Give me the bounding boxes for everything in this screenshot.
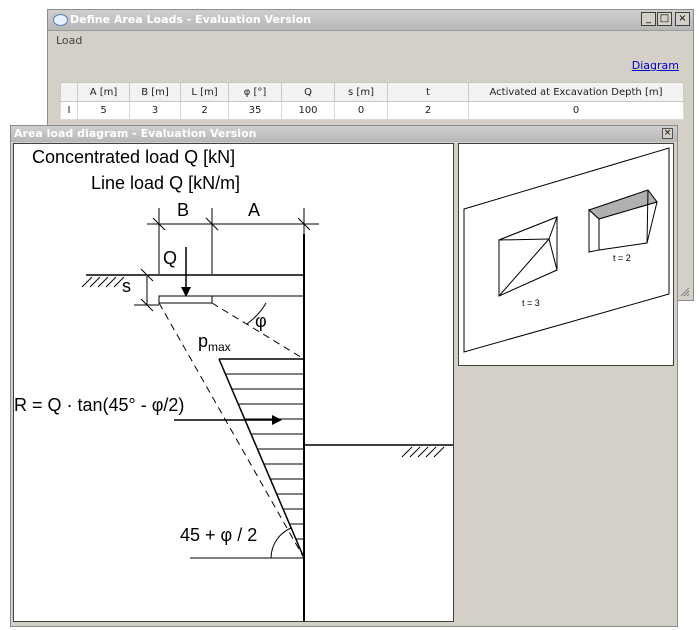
t2-label: t = 2 [613, 253, 631, 263]
cell-b[interactable]: 3 [129, 101, 181, 120]
column-header-depth[interactable]: Activated at Excavation Depth [m] [468, 82, 684, 102]
ground-plane [463, 147, 670, 353]
window-title: Area load diagram - Evaluation Version [14, 127, 257, 140]
line-load-label: Line load Q [kN/m] [91, 173, 240, 193]
t3-label: t = 3 [522, 298, 540, 308]
close-button[interactable]: × [675, 12, 690, 26]
minimize-button[interactable]: _ [641, 12, 656, 26]
ground-hatch [81, 276, 125, 288]
area-load-3d-preview-panel: t = 3 t = 2 [458, 143, 674, 366]
menu-load[interactable]: Load [56, 34, 82, 47]
dimension-a-label: A [248, 200, 260, 220]
resultant-arrowhead [272, 415, 282, 425]
area-load-3d-preview: t = 3 t = 2 [463, 147, 670, 353]
resize-grip-icon[interactable] [680, 287, 690, 297]
column-header-q[interactable]: Q [281, 82, 335, 102]
failure-line-left [158, 302, 305, 559]
load-diagram-panel: Concentrated load Q [kN] Line load Q [kN… [13, 143, 454, 622]
load-q-label: Q [163, 248, 177, 268]
maximize-button[interactable]: □ [657, 12, 672, 26]
dimension-s-label: s [122, 276, 131, 296]
load-strip [158, 295, 213, 304]
cell-s[interactable]: 0 [334, 101, 388, 120]
column-header-t[interactable]: t [387, 82, 469, 102]
cell-depth[interactable]: 0 [468, 101, 684, 120]
diagram-link[interactable]: Diagram [632, 59, 679, 72]
dimension-b-label: B [177, 200, 189, 220]
cell-phi[interactable]: 35 [228, 101, 282, 120]
app-icon [53, 14, 68, 26]
angle-arc [270, 527, 292, 559]
formula-r: R = Q · tan(45° - φ/2) [14, 395, 184, 415]
column-header-phi[interactable]: φ [°] [228, 82, 282, 102]
column-header-l[interactable]: L [m] [180, 82, 229, 102]
area-load-diagram-window: Area load diagram - Evaluation Version ×… [10, 125, 678, 627]
cell-l[interactable]: 2 [180, 101, 229, 120]
cell-a[interactable]: 5 [77, 101, 130, 120]
area-load-diagram-titlebar[interactable]: Area load diagram - Evaluation Version × [11, 126, 677, 142]
column-header-marker [60, 82, 78, 102]
area-loads-table: A [m] B [m] L [m] φ [°] Q s [m] t Activa… [60, 82, 684, 120]
row-marker: I [60, 101, 78, 120]
concentrated-load-label: Concentrated load Q [kN] [32, 147, 235, 167]
formula-angle: 45 + φ / 2 [180, 525, 257, 545]
window-title: Define Area Loads - Evaluation Version [70, 13, 312, 26]
column-header-s[interactable]: s [m] [334, 82, 388, 102]
load-diagram-figure: Concentrated load Q [kN] Line load Q [kN… [14, 147, 453, 621]
cell-t[interactable]: 2 [387, 101, 469, 120]
pmax-label: pmax [198, 331, 231, 354]
column-header-a[interactable]: A [m] [77, 82, 130, 102]
table-row[interactable]: I 5 3 2 35 100 0 2 0 [60, 101, 684, 120]
pressure-hatching [225, 373, 304, 540]
close-button[interactable]: × [662, 128, 673, 139]
define-area-loads-titlebar[interactable]: Define Area Loads - Evaluation Version _… [48, 10, 693, 31]
excavation-hatch [401, 446, 445, 458]
cell-q[interactable]: 100 [281, 101, 335, 120]
table-header-row: A [m] B [m] L [m] φ [°] Q s [m] t Activa… [60, 82, 684, 102]
column-header-b[interactable]: B [m] [129, 82, 181, 102]
phi-label: φ [255, 311, 267, 331]
